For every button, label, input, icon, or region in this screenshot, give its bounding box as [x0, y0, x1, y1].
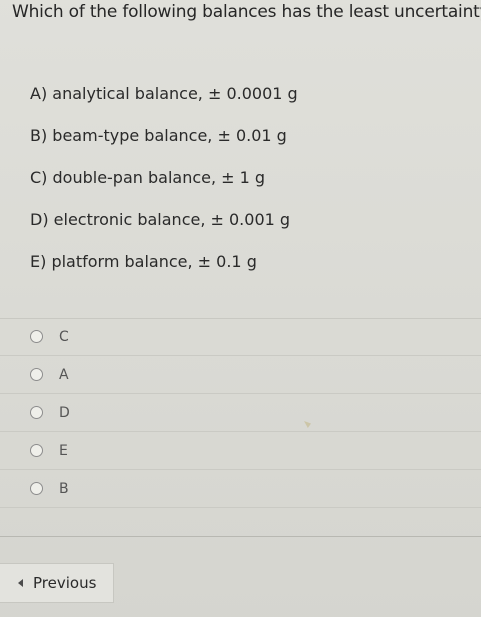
choice-item: B) beam-type balance, ± 0.01 g — [30, 126, 287, 145]
previous-label: Previous — [33, 574, 97, 592]
choice-item: D) electronic balance, ± 0.001 g — [30, 210, 291, 229]
answer-label: D — [59, 404, 70, 421]
answer-label: C — [59, 328, 69, 345]
answer-label: A — [59, 366, 69, 383]
answer-option[interactable]: A — [0, 356, 481, 394]
footer-divider — [0, 536, 481, 537]
choice-item: E) platform balance, ± 0.1 g — [30, 252, 257, 271]
choice-item: C) double-pan balance, ± 1 g — [30, 168, 266, 187]
radio-button[interactable] — [30, 330, 43, 343]
previous-button[interactable]: Previous — [0, 563, 114, 603]
answer-label: E — [59, 442, 68, 459]
answer-options: C A D E B — [0, 318, 481, 508]
choice-item: A) analytical balance, ± 0.0001 g — [30, 84, 298, 103]
answer-option[interactable]: B — [0, 470, 481, 508]
answer-label: B — [59, 480, 69, 497]
choice-list: A) analytical balance, ± 0.0001 g B) bea… — [30, 84, 298, 294]
answer-option[interactable]: C — [0, 318, 481, 356]
radio-button[interactable] — [30, 368, 43, 381]
question-text: Which of the following balances has the … — [12, 2, 481, 22]
quiz-page: Which of the following balances has the … — [0, 0, 481, 617]
radio-button[interactable] — [30, 444, 43, 457]
radio-button[interactable] — [30, 482, 43, 495]
answer-option[interactable]: D — [0, 394, 481, 432]
chevron-left-icon — [18, 579, 23, 587]
answer-option[interactable]: E — [0, 432, 481, 470]
radio-button[interactable] — [30, 406, 43, 419]
